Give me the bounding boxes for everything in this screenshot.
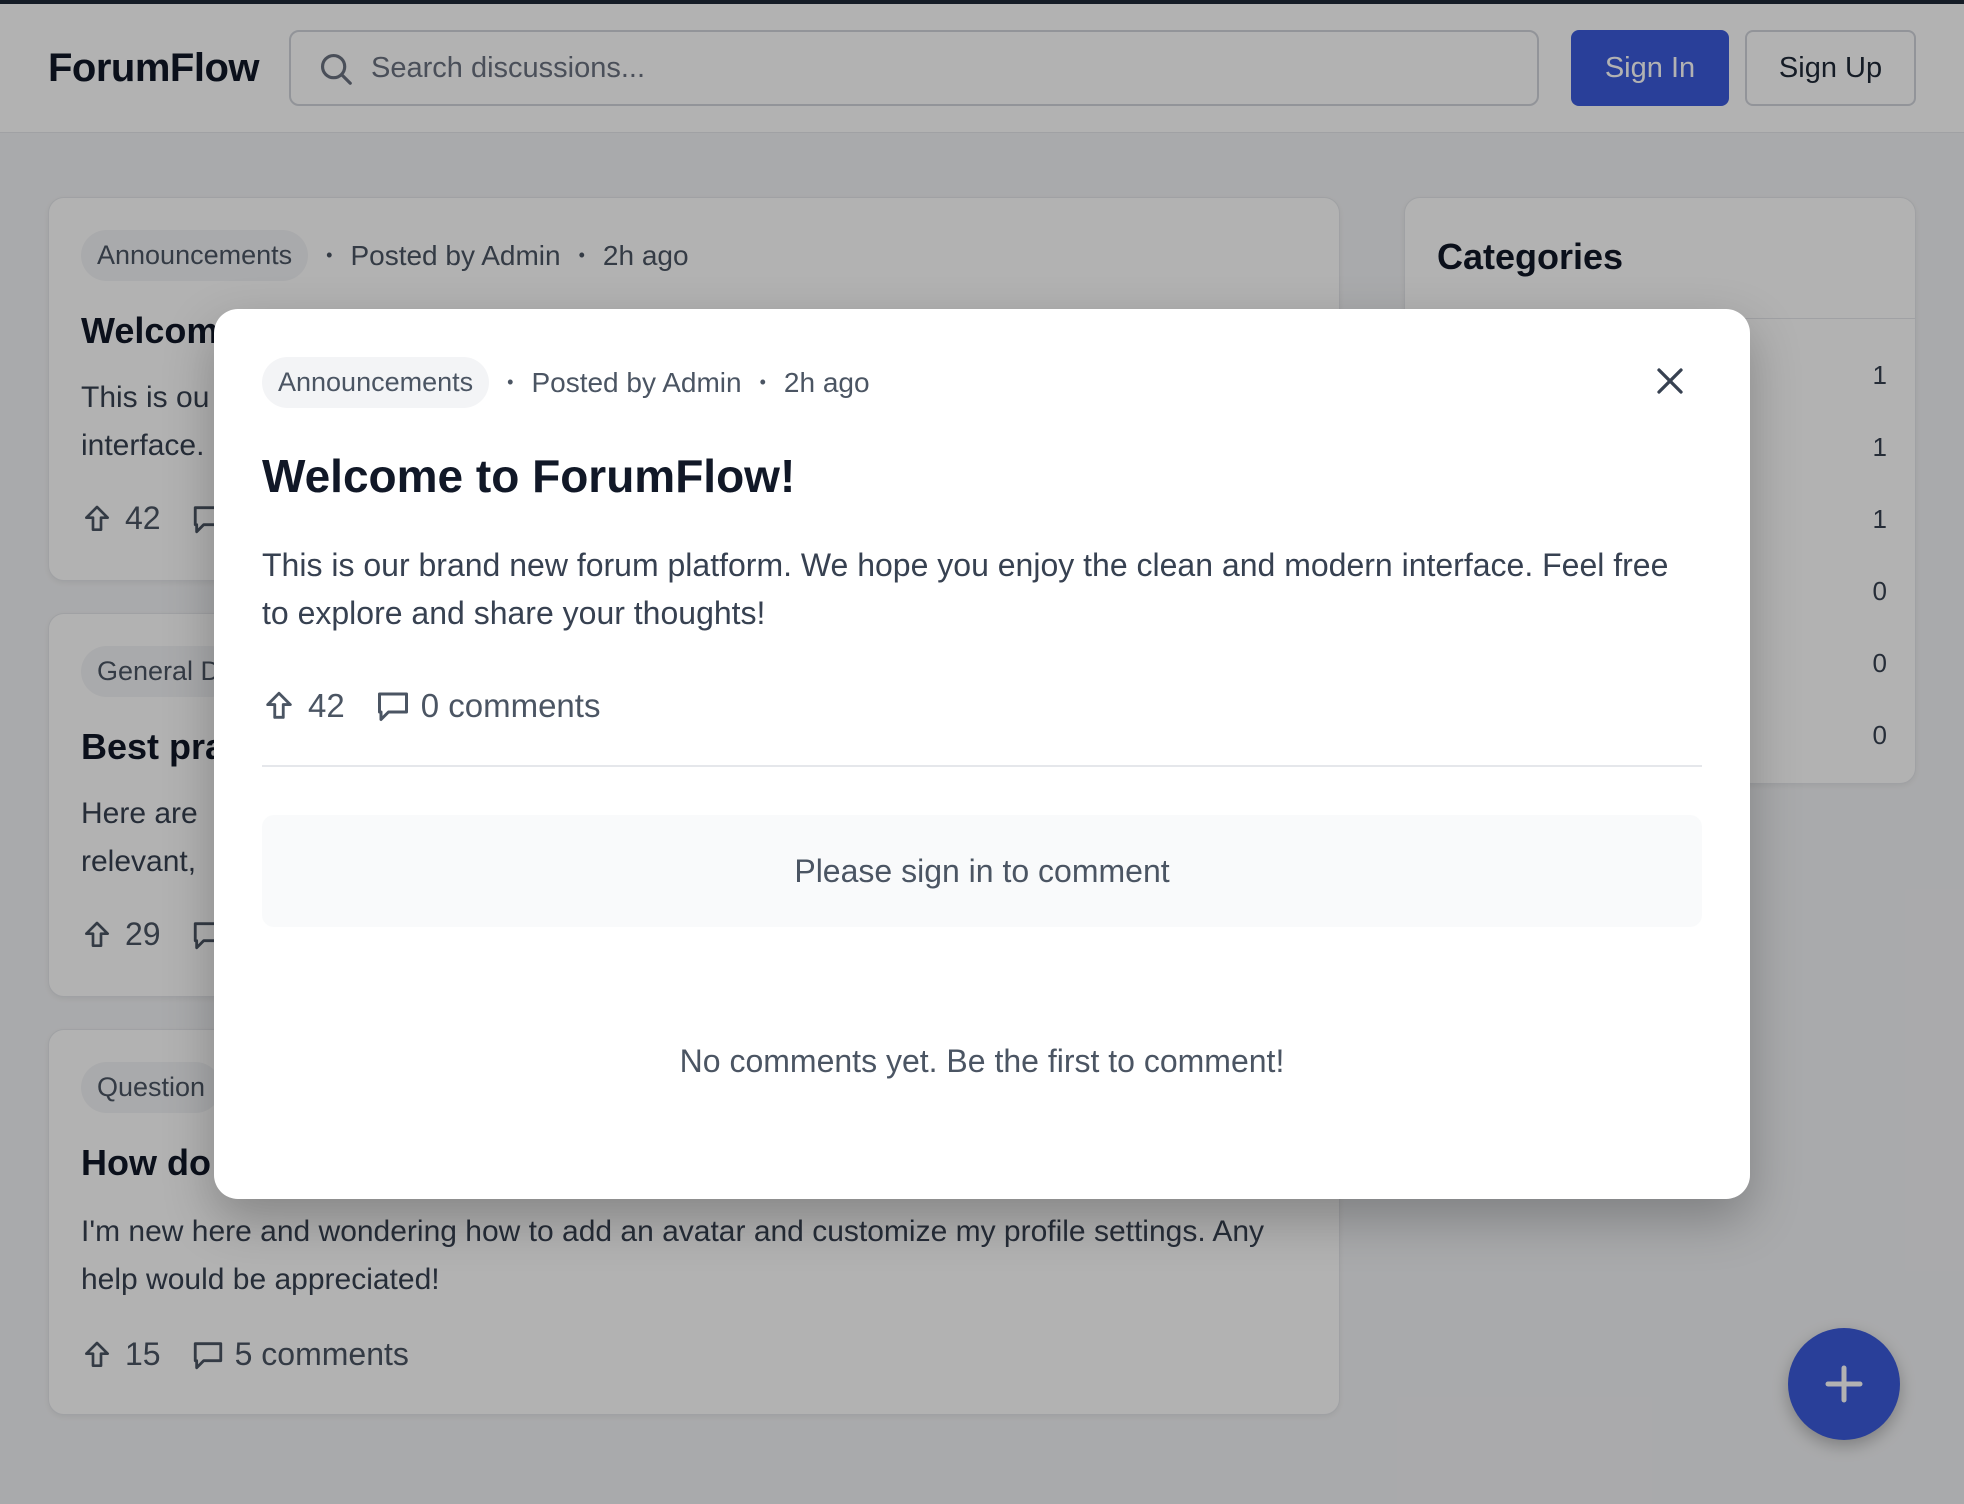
close-button[interactable] <box>1648 359 1692 403</box>
modal-title: Welcome to ForumFlow! <box>262 450 796 502</box>
modal-body: This is our brand new forum platform. We… <box>262 547 1669 631</box>
category-badge[interactable]: Announcements <box>262 357 490 408</box>
modal-stats: 42 0 comments <box>262 687 600 725</box>
separator-dot: • <box>507 372 514 392</box>
post-time: 2h ago <box>783 366 870 398</box>
post-modal: Announcements • Posted by Admin • 2h ago… <box>214 309 1750 1199</box>
divider <box>262 765 1702 767</box>
post-author: Posted by Admin <box>531 366 742 398</box>
sign-in-prompt[interactable]: Please sign in to comment <box>262 815 1702 927</box>
upvote-count: 42 <box>308 687 345 724</box>
empty-comments-message: No comments yet. Be the first to comment… <box>679 1043 1285 1079</box>
comment-bubble-icon <box>377 692 408 721</box>
close-icon <box>1657 368 1683 394</box>
separator-dot: • <box>759 372 766 392</box>
arrow-up-icon[interactable] <box>262 689 296 723</box>
modal-meta: Announcements • Posted by Admin • 2h ago <box>262 357 870 408</box>
comment-count: 0 comments <box>420 687 601 724</box>
